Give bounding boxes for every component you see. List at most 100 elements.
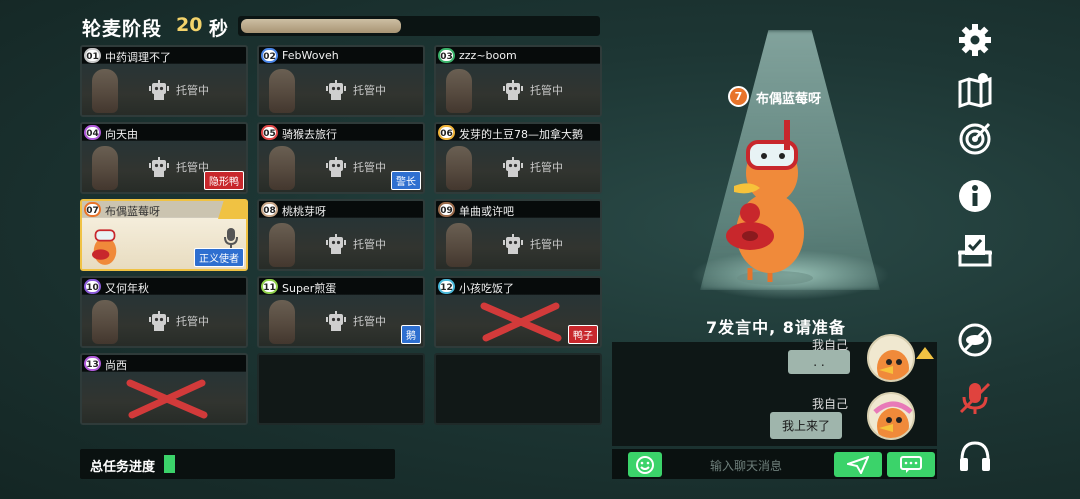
player-avatar [92,300,118,344]
player-avatar [92,229,117,265]
chat-panel[interactable]: 我自己 . . 我自己 我上来了 [612,334,937,446]
player-avatar [92,146,118,190]
chat-message: 我上来了 [770,412,843,439]
role-tag: 隐形鸭 [204,171,244,190]
player-name: zzz~boom [459,49,517,62]
target-icon[interactable] [957,120,993,156]
robot-icon [326,234,346,254]
robot-icon [149,311,169,331]
chat-avatar [867,334,915,382]
player-name: FebWoveh [282,49,339,62]
robot-icon [503,157,523,177]
player-status: 托管中 [353,238,386,251]
player-card[interactable]: 12 小孩吃饭了鸭子 [434,276,602,348]
send-icon [847,455,869,474]
countdown-bar-fill [241,19,401,33]
player-card[interactable]: 07 布偶蓝莓呀 正义使者 [80,199,248,271]
vote-box-icon[interactable] [957,232,993,268]
player-card[interactable]: 13 尚西 [80,353,248,425]
player-number-badge: 06 [438,125,455,140]
chat-avatar [867,392,915,440]
player-number-badge: 09 [438,202,455,217]
role-tag: 鹅 [401,325,421,344]
player-number-badge: 10 [84,279,101,294]
speaking-status: 7发言中, 8请准备 [706,318,846,337]
player-avatar [446,223,472,267]
mic-icon [224,228,238,248]
speech-bubble-icon [900,455,922,473]
player-name: 桃桃芽呀 [282,205,326,218]
player-avatar [92,69,118,113]
player-status: 托管中 [530,238,563,251]
player-card[interactable]: 11 Super煎蛋 托管中鹅 [257,276,425,348]
player-card[interactable]: 01 中药调理不了 托管中 [80,45,248,117]
info-icon[interactable] [957,178,993,214]
speaker-duck-avatar [726,120,813,285]
player-card[interactable]: 05 骑猴去旅行 托管中 警长 [257,122,425,194]
smile-icon [636,455,654,474]
scroll-up-icon[interactable] [915,346,935,360]
player-number-badge: 03 [438,48,455,63]
player-status: 托管中 [176,84,209,97]
player-name: 小孩吃饭了 [459,282,514,295]
emoji-button[interactable] [628,452,662,477]
player-name: 骑猴去旅行 [282,128,337,141]
player-status: 托管中 [176,315,209,328]
player-name: 向天由 [105,128,138,141]
robot-icon [149,80,169,100]
robot-icon [326,80,346,100]
no-view-icon[interactable] [957,322,993,358]
eliminated-x-icon [480,302,562,342]
headphones-icon[interactable] [957,438,993,474]
task-progress-label: 总任务进度 [90,460,156,475]
player-number-badge: 08 [261,202,278,217]
player-name: 中药调理不了 [105,51,171,64]
player-number-badge: 12 [438,279,455,294]
chat-sender: 我自己 [812,397,849,411]
gear-icon[interactable] [957,22,993,58]
player-card[interactable]: 10 又何年秋托管中 [80,276,248,348]
player-card[interactable]: 04 向天由 托管中 隐形鸭 [80,122,248,194]
player-number-badge: 13 [84,356,101,371]
send-button[interactable] [834,452,882,477]
player-status: 托管中 [353,315,386,328]
player-name: 单曲或许吧 [459,205,514,218]
countdown-bar [238,16,600,36]
player-card[interactable]: 02 FebWoveh 托管中 [257,45,425,117]
player-avatar [269,69,295,113]
map-icon[interactable] [957,72,993,108]
player-name: 发芽的土豆78—加拿大鹅 [459,128,583,141]
player-name: 尚西 [105,359,127,372]
role-tag: 警长 [391,171,421,190]
player-status: 托管中 [530,84,563,97]
robot-icon [503,80,523,100]
player-card[interactable]: 03 zzz~boom 托管中 [434,45,602,117]
task-progress-fill [164,455,175,473]
robot-icon [326,157,346,177]
player-avatar [269,300,295,344]
speaker-number-badge: 7 [728,86,749,107]
player-name: 又何年秋 [105,282,149,295]
speaker-name: 布偶蓝莓呀 [756,92,822,107]
robot-icon [503,234,523,254]
player-number-badge: 04 [84,125,101,140]
task-progress-track [164,455,384,473]
player-card[interactable]: 09 单曲或许吧托管中 [434,199,602,271]
player-card[interactable]: 06 发芽的土豆78—加拿大鹅托管中 [434,122,602,194]
role-tag: 正义使者 [194,248,244,267]
player-card[interactable]: 08 桃桃芽呀托管中 [257,199,425,271]
player-status: 托管中 [530,161,563,174]
robot-icon [149,157,169,177]
empty-player-slot [257,353,425,425]
player-number-badge: 11 [261,279,278,294]
quick-chat-button[interactable] [887,452,935,477]
game-screen: 轮麦阶段 20 秒 01 中药调理不了 托管中 02 FebWoveh 托管中 03 zzz~… [0,0,1080,499]
task-progress: 总任务进度 [80,449,395,479]
phase-title: 轮麦阶段 [82,18,163,40]
eliminated-x-icon [126,379,208,419]
mic-off-icon[interactable] [957,380,993,416]
role-tag: 鸭子 [568,325,598,344]
chat-input[interactable]: 输入聊天消息 [710,457,782,474]
player-number-badge: 07 [84,202,101,217]
player-number-badge: 05 [261,125,278,140]
